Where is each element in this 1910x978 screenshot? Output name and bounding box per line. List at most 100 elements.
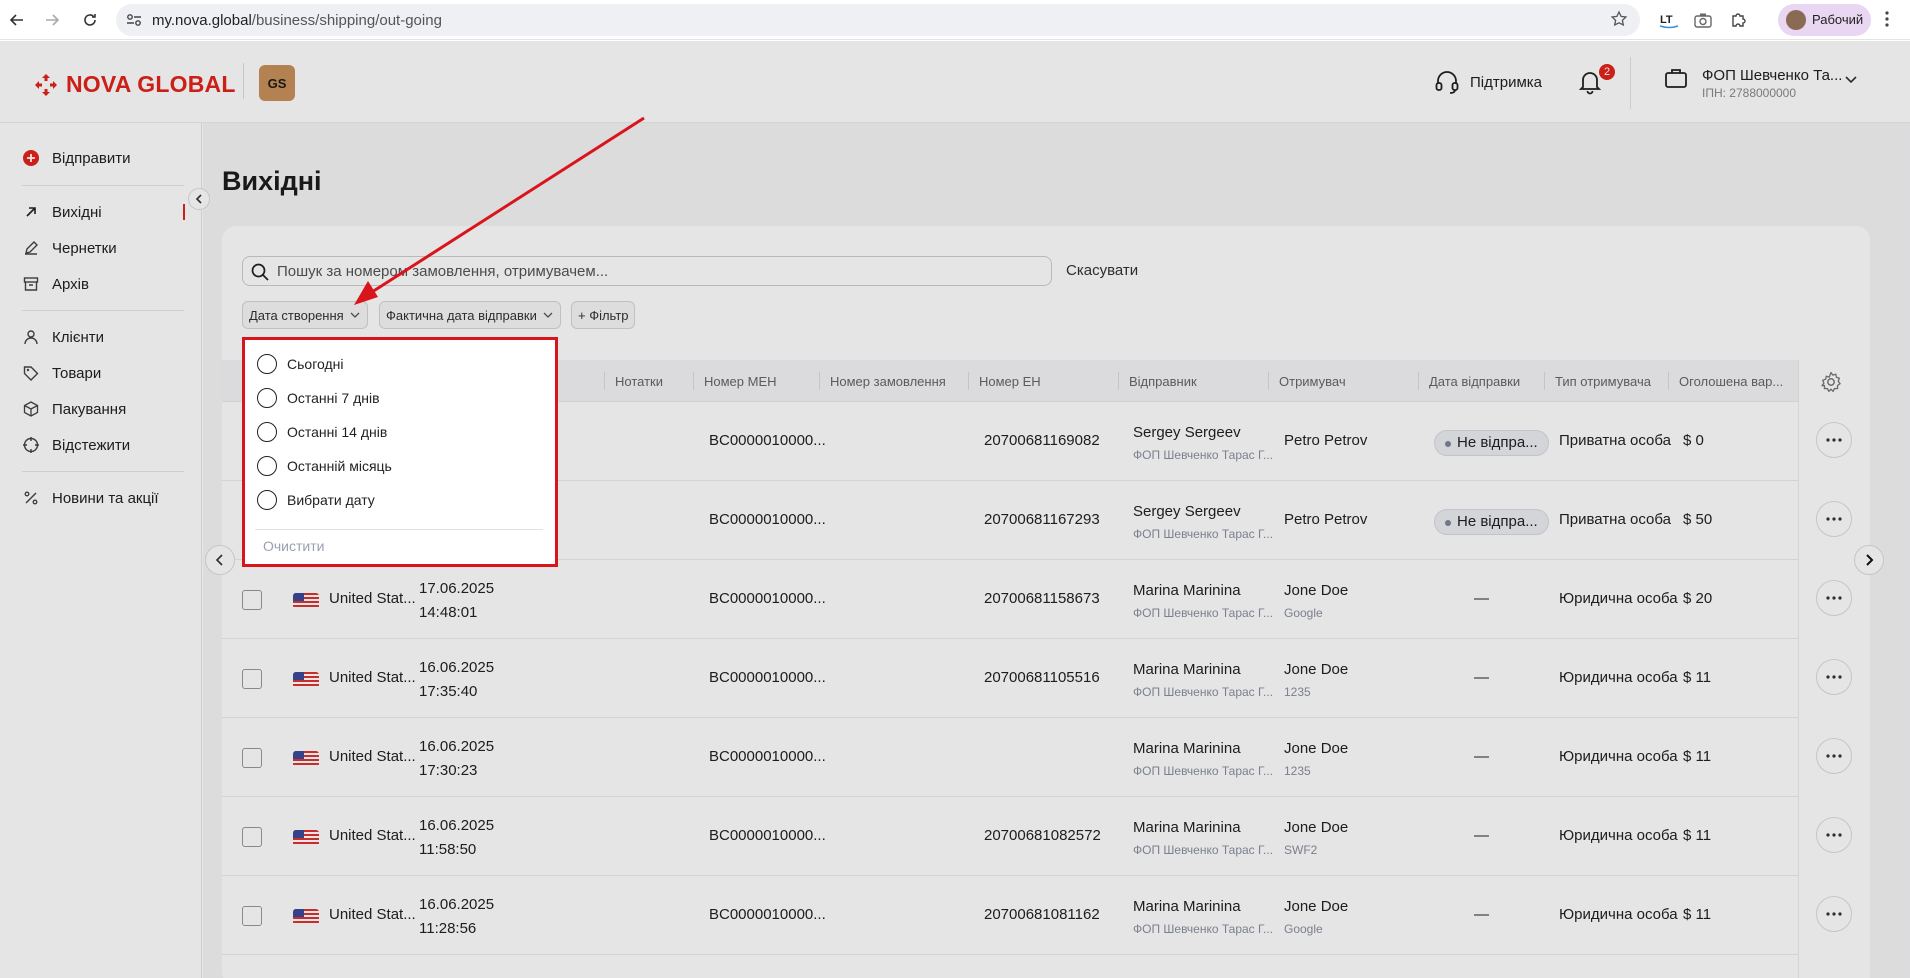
site-settings-icon[interactable]	[126, 13, 142, 27]
radio-button[interactable]	[257, 422, 277, 442]
sidebar-item-goods[interactable]: Товари	[22, 362, 101, 384]
radio-button[interactable]	[257, 456, 277, 476]
col-en-number[interactable]: Номер ЕН	[979, 374, 1041, 389]
scroll-right-button[interactable]	[1854, 545, 1884, 575]
sidebar-item-track[interactable]: Відстежити	[22, 434, 130, 456]
bookmark-star-icon[interactable]	[1610, 10, 1628, 28]
support-button[interactable]: Підтримка	[1434, 69, 1542, 95]
sidebar-item-archive[interactable]: Архів	[22, 273, 89, 295]
back-icon[interactable]	[6, 8, 28, 32]
col-recipient[interactable]: Отримувач	[1279, 374, 1346, 389]
us-flag-icon	[293, 593, 319, 609]
table-row[interactable]: United Stat... 16.06.2025 17:30:23 BC000…	[222, 718, 1798, 797]
chevron-left-icon	[195, 194, 202, 204]
chevron-down-icon[interactable]	[1844, 75, 1858, 85]
en-number[interactable]: 20700681169082	[984, 432, 1100, 449]
recipient-type: Приватна особа	[1559, 432, 1671, 449]
table-row[interactable]: United Stat... 16.06.2025 17:35:40 BC000…	[222, 639, 1798, 718]
row-checkbox[interactable]	[242, 748, 262, 768]
sidebar-send-button[interactable]: Відправити	[22, 147, 131, 169]
clear-button[interactable]: Очистити	[263, 538, 324, 554]
recipient-name: Jone Doe	[1284, 661, 1349, 678]
search-input[interactable]	[277, 261, 1037, 281]
en-number[interactable]: 20700681082572	[984, 827, 1101, 844]
column-divider	[1268, 372, 1269, 390]
col-men-number[interactable]: Номер МЕН	[704, 374, 777, 389]
camera-icon[interactable]	[1692, 9, 1714, 31]
cancel-button[interactable]: Скасувати	[1066, 262, 1138, 279]
men-number: BC0000010000...	[709, 906, 826, 923]
row-more-button[interactable]	[1816, 659, 1852, 695]
row-more-button[interactable]	[1816, 738, 1852, 774]
more-horizontal-icon	[1826, 833, 1842, 837]
col-recipient-type[interactable]: Тип отримувача	[1555, 374, 1651, 389]
row-checkbox[interactable]	[242, 590, 262, 610]
column-divider	[693, 372, 694, 390]
sender-name: Marina Marinina	[1133, 898, 1241, 915]
en-number[interactable]: 20700681158673	[984, 590, 1100, 607]
address-bar[interactable]: my.nova.global/business/shipping/out-goi…	[116, 4, 1640, 36]
en-number[interactable]: 20700681081162	[984, 906, 1100, 923]
forward-icon[interactable]	[41, 8, 63, 32]
sidebar-collapse-button[interactable]	[188, 188, 210, 210]
scroll-left-button[interactable]	[205, 545, 235, 575]
account-inn: ІПН: 2788000000	[1702, 86, 1797, 100]
nova-global-logo[interactable]: NOVA GLOBAL	[34, 71, 236, 98]
notifications-badge: 2	[1599, 64, 1615, 80]
account-name[interactable]: ФОП Шевченко Та...	[1702, 67, 1842, 84]
en-number[interactable]: 20700681105516	[984, 669, 1100, 686]
col-sender[interactable]: Відправник	[1129, 374, 1197, 389]
date-option-last-14-days[interactable]: Останні 14 днів	[257, 422, 387, 442]
row-more-button[interactable]	[1816, 422, 1852, 458]
row-checkbox[interactable]	[242, 669, 262, 689]
sidebar-item-label: Клієнти	[52, 328, 105, 346]
column-divider	[1668, 372, 1669, 390]
table-row[interactable]: United Stat... 16.06.2025 11:58:50 BC000…	[222, 797, 1798, 876]
col-declared-value[interactable]: Оголошена вар...	[1679, 374, 1783, 389]
radio-button[interactable]	[257, 354, 277, 374]
add-filter-button[interactable]: + Фільтр	[571, 301, 635, 329]
sidebar-item-label: Новини та акції	[52, 489, 159, 507]
filter-created-date[interactable]: Дата створення	[242, 301, 368, 329]
row-more-button[interactable]	[1816, 896, 1852, 932]
sidebar-item-clients[interactable]: Клієнти	[22, 326, 104, 348]
nova-logo-icon	[35, 73, 57, 96]
table-settings-gear-icon[interactable]	[1820, 371, 1842, 393]
profile-chip[interactable]: Рабочий	[1778, 4, 1871, 36]
col-notes[interactable]: Нотатки	[615, 374, 663, 389]
translate-extension-icon[interactable]: LT	[1658, 9, 1680, 31]
col-order-number[interactable]: Номер замовлення	[830, 374, 946, 389]
row-checkbox[interactable]	[242, 906, 262, 926]
browser-menu-icon[interactable]	[1884, 10, 1890, 28]
date-option-last-7-days[interactable]: Останні 7 днів	[257, 388, 380, 408]
brand-badge[interactable]: GS	[259, 65, 295, 101]
reload-icon[interactable]	[79, 8, 101, 32]
extensions-puzzle-icon[interactable]	[1728, 9, 1750, 31]
sidebar-item-packaging[interactable]: Пакування	[22, 398, 126, 420]
date-option-custom[interactable]: Вибрати дату	[257, 490, 375, 510]
column-divider	[1118, 372, 1119, 390]
radio-button[interactable]	[257, 388, 277, 408]
radio-button[interactable]	[257, 490, 277, 510]
sidebar-item-drafts[interactable]: Чернетки	[22, 237, 117, 259]
col-dispatch-date[interactable]: Дата відправки	[1429, 374, 1520, 389]
target-icon	[22, 437, 40, 453]
row-checkbox[interactable]	[242, 827, 262, 847]
sender-company: ФОП Шевченко Тарас Г...	[1133, 843, 1274, 857]
page-title: Вихідні	[222, 166, 322, 196]
date-option-last-month[interactable]: Останній місяць	[257, 456, 392, 476]
row-more-button[interactable]	[1816, 501, 1852, 537]
search-box[interactable]	[242, 256, 1052, 286]
more-horizontal-icon	[1826, 438, 1842, 442]
table-row[interactable]: United Stat... 17.06.2025 14:48:01 BC000…	[222, 560, 1798, 639]
sidebar-item-news[interactable]: Новини та акції	[22, 487, 159, 509]
row-more-button[interactable]	[1816, 580, 1852, 616]
filter-actual-dispatch-date[interactable]: Фактична дата відправки	[379, 301, 561, 329]
recipient-type: Юридична особа	[1559, 827, 1678, 844]
table-row[interactable]: United Stat... 16.06.2025 11:28:56 BC000…	[222, 876, 1798, 955]
sidebar-item-outgoing[interactable]: Вихідні	[22, 201, 102, 223]
row-more-button[interactable]	[1816, 817, 1852, 853]
en-number[interactable]: 20700681167293	[984, 511, 1100, 528]
url-text: my.nova.global/business/shipping/out-goi…	[152, 12, 442, 29]
date-option-today[interactable]: Сьогодні	[257, 354, 343, 374]
